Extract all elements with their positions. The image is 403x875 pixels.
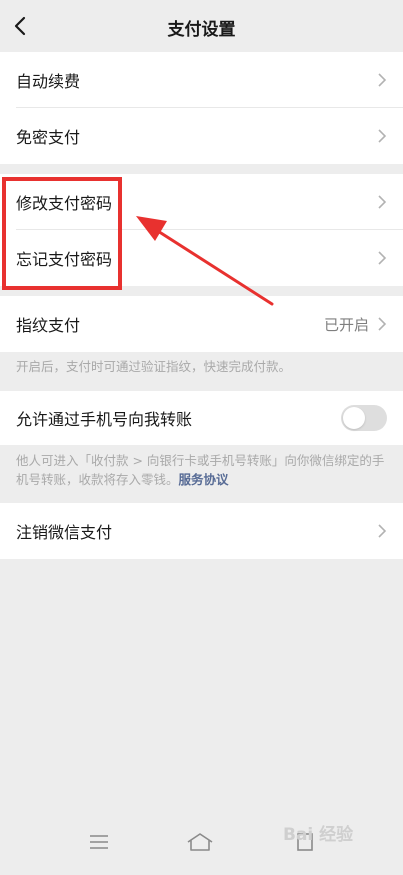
toggle-knob: [343, 407, 365, 429]
cancel-pay-row[interactable]: 注销微信支付: [0, 503, 403, 559]
service-agreement-link[interactable]: 服务协议: [179, 472, 229, 487]
group-cancel: 注销微信支付: [0, 503, 403, 559]
phone-transfer-row: 允许通过手机号向我转账: [0, 391, 403, 445]
phone-transfer-label: 允许通过手机号向我转账: [16, 410, 193, 429]
fingerprint-status: 已开启: [323, 315, 369, 334]
auto-renewal-row[interactable]: 自动续费: [0, 52, 403, 108]
group-fingerprint: 指纹支付 已开启: [0, 296, 403, 352]
cancel-pay-label: 注销微信支付: [16, 523, 113, 542]
chevron-right-icon: [378, 73, 387, 87]
fingerprint-label: 指纹支付: [16, 316, 81, 335]
fingerprint-note: 开启后，支付时可通过验证指纹，快速完成付款。: [16, 359, 292, 374]
highlight-box: [2, 177, 122, 290]
chevron-right-icon: [378, 317, 387, 331]
chevron-right-icon: [378, 251, 387, 265]
watermark: Bai 经验: [283, 825, 354, 845]
transfer-note: 他人可进入「收付款 > 向银行卡或手机号转账」向你微信绑定的手机号转账，收款将存…: [16, 451, 387, 489]
chevron-right-icon: [378, 195, 387, 209]
nav-bar: 支付设置: [0, 0, 403, 52]
menu-icon[interactable]: [88, 833, 110, 851]
password-free-row[interactable]: 免密支付: [0, 108, 403, 164]
password-free-label: 免密支付: [16, 128, 81, 147]
chevron-right-icon: [378, 524, 387, 538]
group-renewal: 自动续费 免密支付: [0, 52, 403, 164]
page-title: 支付设置: [167, 20, 236, 40]
chevron-right-icon: [378, 129, 387, 143]
home-icon[interactable]: [185, 831, 215, 853]
phone-transfer-toggle[interactable]: [341, 405, 387, 431]
auto-renewal-label: 自动续费: [16, 72, 81, 91]
group-transfer: 允许通过手机号向我转账: [0, 391, 403, 445]
fingerprint-row[interactable]: 指纹支付 已开启: [0, 296, 403, 352]
